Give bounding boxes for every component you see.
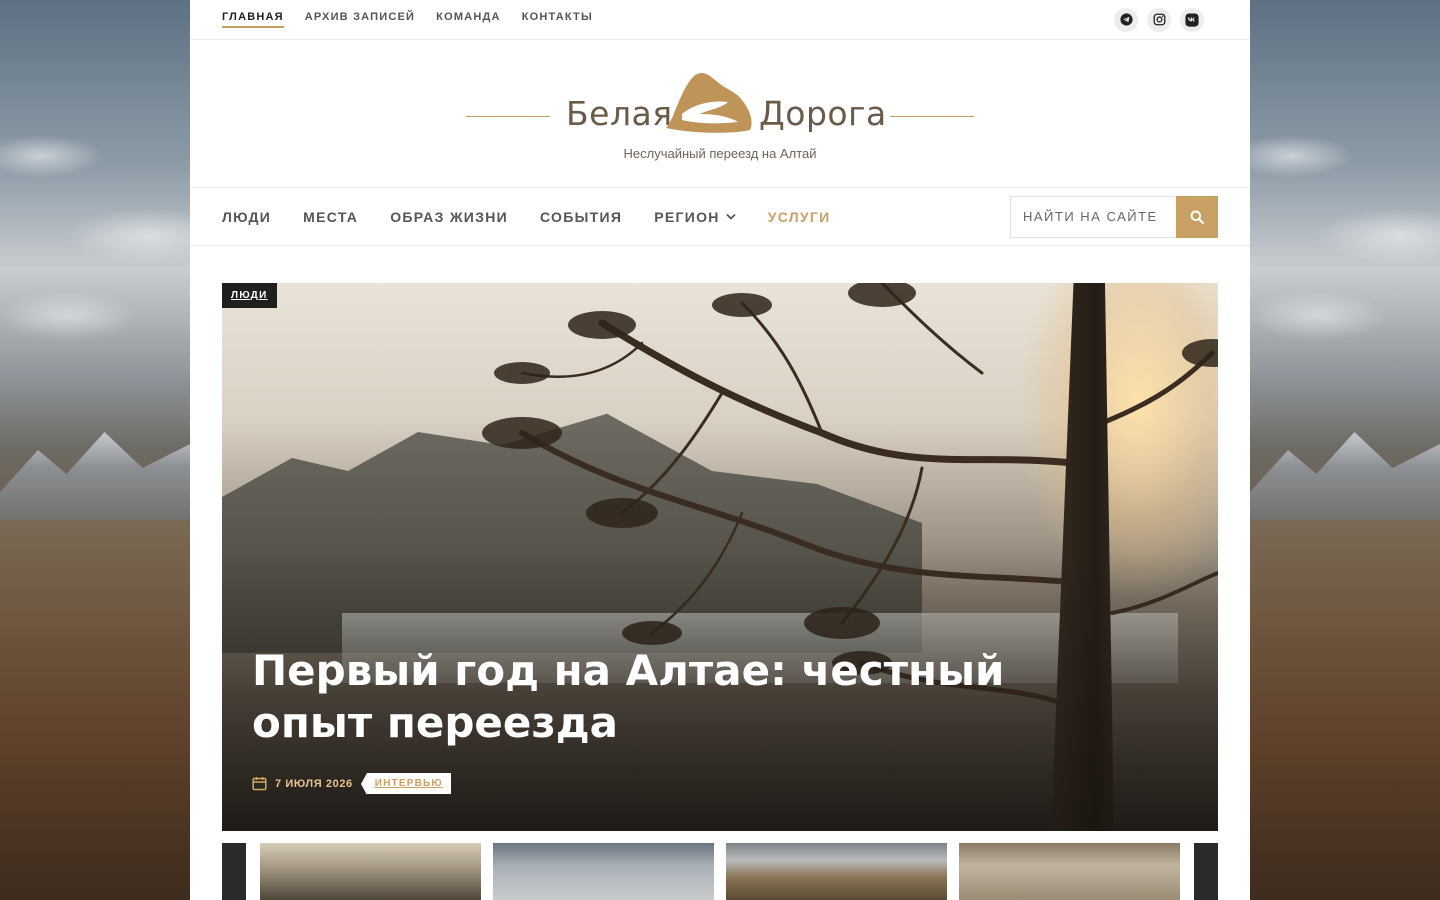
top-nav-team[interactable]: КОМАНДА: [436, 11, 501, 28]
logo-divider-left: [466, 116, 550, 117]
post-tag[interactable]: ИНТЕРВЬЮ: [360, 773, 451, 795]
site-branding: Белая Дорога Неслучайный переезд на Алта…: [190, 40, 1250, 188]
post-title[interactable]: Первый год на Алтае: честный опыт переез…: [252, 645, 1052, 749]
menu-item-label: УСЛУГИ: [767, 208, 831, 225]
category-menu: ЛЮДИ МЕСТА ОБРАЗ ЖИЗНИ СОБЫТИЯ РЕГИОН УС…: [222, 209, 831, 225]
logo-mountain-icon[interactable]: [664, 70, 754, 136]
menu-item-label: СОБЫТИЯ: [540, 208, 623, 225]
menu-item-lifestyle[interactable]: ОБРАЗ ЖИЗНИ: [390, 209, 508, 225]
search-icon: [1190, 210, 1204, 224]
menu-item-label: РЕГИОН: [654, 208, 720, 225]
menu-item-events[interactable]: СОБЫТИЯ: [540, 209, 622, 225]
vk-icon[interactable]: [1180, 7, 1204, 32]
main-nav: ЛЮДИ МЕСТА ОБРАЗ ЖИЗНИ СОБЫТИЯ РЕГИОН УС…: [190, 188, 1250, 246]
menu-item-region[interactable]: РЕГИОН: [654, 208, 736, 225]
social-links: [1114, 7, 1204, 32]
search-form: [1010, 195, 1218, 238]
post-carousel: [222, 843, 1218, 900]
page-container: ГЛАВНАЯ АРХИВ ЗАПИСЕЙ КОМАНДА КОНТАКТЫ Б…: [190, 0, 1250, 900]
menu-item-label: ЛЮДИ: [222, 208, 272, 225]
post-category-badge[interactable]: ЛЮДИ: [222, 283, 277, 308]
logo-divider-right: [890, 116, 974, 117]
telegram-icon[interactable]: [1114, 7, 1138, 32]
carousel-thumb[interactable]: [493, 843, 714, 900]
background-right: [1250, 0, 1440, 900]
carousel-thumb[interactable]: [959, 843, 1180, 900]
top-nav-contacts[interactable]: КОНТАКТЫ: [522, 11, 593, 28]
search-input[interactable]: [1010, 195, 1176, 238]
featured-post[interactable]: ЛЮДИ Первый год на Алтае: честный опыт п…: [222, 283, 1218, 831]
carousel-next-button[interactable]: [1194, 843, 1218, 900]
menu-item-people[interactable]: ЛЮДИ: [222, 209, 271, 225]
post-meta: 7 ИЮЛЯ 2026 ИНТЕРВЬЮ: [252, 773, 451, 795]
site-tagline: Неслучайный переезд на Алтай: [623, 146, 817, 161]
top-bar: ГЛАВНАЯ АРХИВ ЗАПИСЕЙ КОМАНДА КОНТАКТЫ: [190, 0, 1250, 40]
top-nav-archive[interactable]: АРХИВ ЗАПИСЕЙ: [305, 11, 415, 28]
carousel-prev-button[interactable]: [222, 843, 246, 900]
calendar-icon: [252, 777, 267, 791]
post-date: 7 ИЮЛЯ 2026: [275, 777, 353, 790]
top-nav: ГЛАВНАЯ АРХИВ ЗАПИСЕЙ КОМАНДА КОНТАКТЫ: [222, 11, 593, 28]
background-left: [0, 0, 190, 900]
search-button[interactable]: [1176, 195, 1218, 238]
menu-item-label: МЕСТА: [303, 208, 359, 225]
menu-item-services[interactable]: УСЛУГИ: [768, 209, 831, 225]
logo-word-right[interactable]: Дорога: [759, 94, 887, 133]
top-nav-home[interactable]: ГЛАВНАЯ: [222, 11, 284, 28]
menu-item-label: ОБРАЗ ЖИЗНИ: [390, 208, 508, 225]
menu-item-places[interactable]: МЕСТА: [303, 209, 358, 225]
chevron-down-icon: [726, 213, 736, 220]
carousel-thumb[interactable]: [260, 843, 481, 900]
instagram-icon[interactable]: [1147, 7, 1171, 32]
carousel-thumb[interactable]: [726, 843, 947, 900]
logo-word-left[interactable]: Белая: [566, 94, 673, 133]
